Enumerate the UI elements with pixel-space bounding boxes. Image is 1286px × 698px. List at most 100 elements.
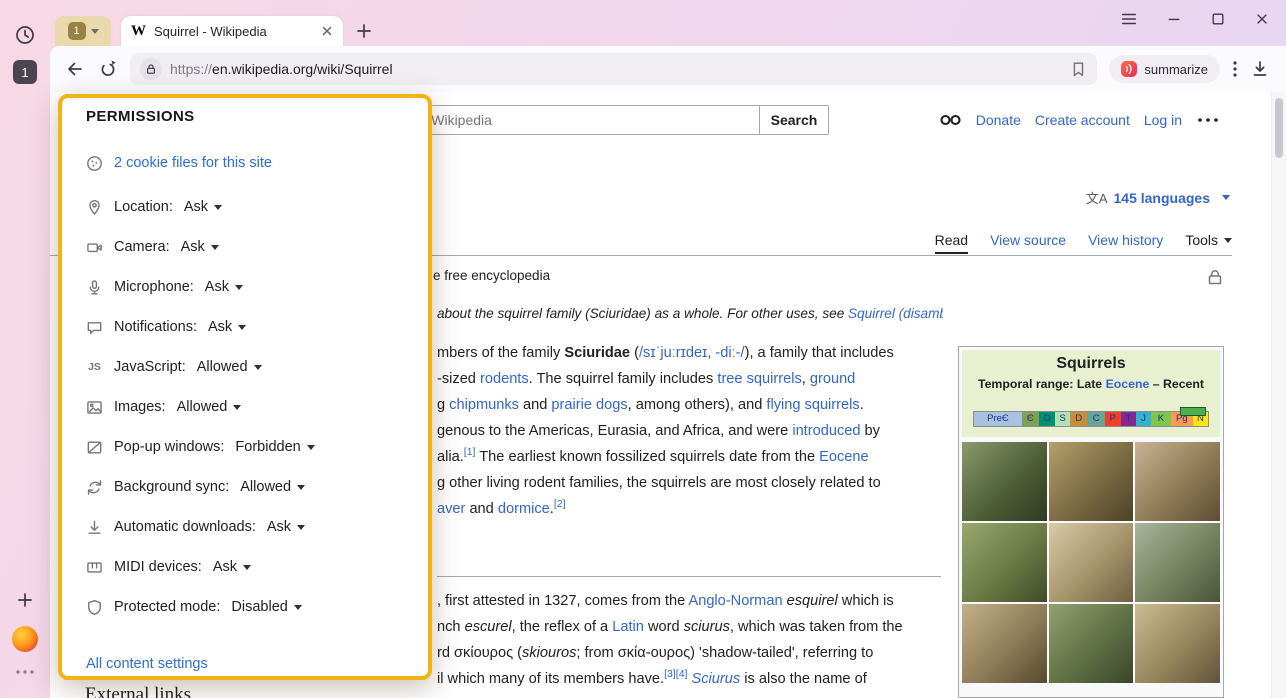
wiki-link[interactable]: [3][4] — [664, 668, 687, 680]
wiki-link[interactable]: [2] — [554, 498, 566, 510]
squirrel-photo[interactable] — [962, 604, 1047, 683]
squirrel-photo[interactable] — [1049, 523, 1134, 602]
timeline-segment-D[interactable]: D — [1070, 412, 1088, 426]
tab-active[interactable]: W Squirrel - Wikipedia — [121, 16, 343, 46]
wiki-link[interactable]: aver — [437, 501, 465, 517]
wiki-link[interactable]: Eocene — [1106, 377, 1150, 391]
tab-read[interactable]: Read — [935, 232, 968, 254]
wiki-link[interactable]: ground — [810, 371, 855, 387]
squirrel-photo[interactable] — [1049, 604, 1134, 683]
languages-button[interactable]: 文A 145 languages — [1086, 188, 1230, 207]
wiki-link[interactable]: Anglo-Norman — [688, 593, 782, 609]
timeline-segment-S[interactable]: S — [1055, 412, 1069, 426]
wiki-link[interactable]: Latin — [612, 619, 644, 635]
wiki-link[interactable]: rodents — [480, 371, 529, 387]
text-line: , first attested in 1327, comes from the… — [437, 588, 943, 614]
tab-group[interactable]: 1 — [55, 16, 111, 46]
sidebar-more-button[interactable] — [14, 668, 36, 676]
address-bar[interactable]: https://en.wikipedia.org/wiki/Squirrel — [130, 53, 1097, 85]
all-content-settings-link[interactable]: All content settings — [86, 656, 208, 672]
tab-view-source[interactable]: View source — [990, 232, 1066, 248]
permission-value-dropdown[interactable]: Ask — [205, 279, 243, 295]
wiki-link[interactable]: Squirrel (disambiguation) — [848, 306, 943, 321]
reload-button[interactable] — [98, 59, 118, 79]
timeline-segment-K[interactable]: K — [1151, 412, 1170, 426]
toolbar-more-button[interactable] — [1232, 59, 1238, 79]
squirrel-photo[interactable] — [1135, 442, 1220, 521]
article-column: about the squirrel family (Sciuridae) as… — [437, 262, 943, 698]
search-button[interactable]: Search — [759, 105, 829, 135]
tools-label: Tools — [1185, 232, 1218, 248]
site-security-badge[interactable] — [140, 58, 162, 80]
permission-value-dropdown[interactable]: Ask — [184, 199, 222, 215]
temporal-range-marker — [1180, 407, 1206, 416]
permission-value-dropdown[interactable]: Ask — [213, 559, 251, 575]
timeline-segment-P[interactable]: P — [1105, 412, 1121, 426]
minimize-icon[interactable] — [1166, 11, 1182, 27]
wiki-link[interactable]: tree squirrels — [717, 371, 801, 387]
summarize-button[interactable]: summarize — [1109, 55, 1220, 83]
sidebar-add-button[interactable] — [15, 590, 35, 610]
page-protection-lock[interactable] — [1206, 268, 1224, 286]
page-scrollbar[interactable] — [1271, 92, 1286, 698]
squirrel-photo[interactable] — [1049, 442, 1134, 521]
squirrel-photo[interactable] — [1135, 523, 1220, 602]
maximize-icon[interactable] — [1210, 11, 1226, 27]
user-menu-ellipsis-icon[interactable] — [1196, 116, 1220, 124]
sidebar-tab-counter[interactable]: 1 — [13, 60, 37, 84]
permission-value-dropdown[interactable]: Forbidden — [235, 439, 314, 455]
external-links-heading[interactable]: External links — [85, 684, 191, 698]
wiki-link[interactable]: flying squirrels — [766, 397, 859, 413]
donate-link[interactable]: Donate — [976, 112, 1021, 128]
text-fragment: about the squirrel family (Sciuridae) as… — [437, 306, 848, 321]
history-button[interactable] — [14, 24, 36, 46]
squirrel-photo[interactable] — [962, 523, 1047, 602]
text-fragment: , — [802, 371, 810, 387]
chevron-down-icon[interactable] — [91, 29, 99, 34]
permission-value-dropdown[interactable]: Ask — [267, 519, 305, 535]
browser-logo-icon[interactable] — [12, 626, 38, 652]
wiki-link[interactable]: Eocene — [819, 449, 869, 465]
text-line: g other living rodent families, the squi… — [437, 470, 943, 496]
permission-row-notifications: Notifications: Ask — [86, 314, 414, 340]
permission-value-dropdown[interactable]: Ask — [181, 239, 219, 255]
timeline-segment-Є[interactable]: Є — [1022, 412, 1039, 426]
permission-value-dropdown[interactable]: Allowed — [240, 479, 305, 495]
close-icon[interactable] — [1254, 11, 1270, 27]
wiki-link[interactable]: /sɪˈjuːrɪdeɪ, -diː-/ — [639, 345, 745, 361]
appearance-icon[interactable] — [940, 114, 962, 126]
bookmark-flag-icon[interactable] — [1069, 60, 1087, 78]
tab-tools[interactable]: Tools — [1185, 232, 1232, 248]
wiki-link[interactable]: Sciurus — [692, 671, 741, 687]
permission-value-dropdown[interactable]: Allowed — [197, 359, 262, 375]
timeline-segment-T[interactable]: T — [1121, 412, 1136, 426]
scrollbar-thumb[interactable] — [1275, 98, 1283, 158]
create-account-link[interactable]: Create account — [1035, 112, 1130, 128]
permission-value: Disabled — [231, 599, 287, 615]
permission-value-dropdown[interactable]: Ask — [208, 319, 246, 335]
temporal-range: Temporal range: Late Eocene – Recent — [964, 377, 1218, 391]
cookies-link[interactable]: 2 cookie files for this site — [114, 155, 272, 171]
downloads-button[interactable] — [1250, 59, 1270, 79]
wiki-link[interactable]: chipmunks — [449, 397, 519, 413]
timeline-segment-C[interactable]: C — [1087, 412, 1105, 426]
wiki-link[interactable]: dormice — [498, 501, 550, 517]
permission-value-dropdown[interactable]: Allowed — [177, 399, 242, 415]
wiki-link[interactable]: prairie dogs — [551, 397, 627, 413]
wiki-link[interactable]: [1] — [464, 446, 476, 458]
window-controls — [1120, 10, 1270, 28]
wiki-link[interactable]: introduced — [792, 423, 860, 439]
tab-close-icon[interactable] — [321, 25, 333, 37]
new-tab-button[interactable] — [355, 22, 373, 40]
login-link[interactable]: Log in — [1144, 112, 1182, 128]
timeline-segment-O[interactable]: O — [1039, 412, 1056, 426]
squirrel-photo[interactable] — [962, 442, 1047, 521]
permission-value-dropdown[interactable]: Disabled — [231, 599, 301, 615]
squirrel-photo[interactable] — [1135, 604, 1220, 683]
url-domain: en.wikipedia.org — [212, 61, 313, 77]
tab-view-history[interactable]: View history — [1088, 232, 1163, 248]
timeline-segment-J[interactable]: J — [1136, 412, 1151, 426]
back-button[interactable] — [64, 58, 86, 80]
browser-menu-icon[interactable] — [1120, 10, 1138, 28]
timeline-segment-PreЄ[interactable]: PreЄ — [974, 412, 1022, 426]
